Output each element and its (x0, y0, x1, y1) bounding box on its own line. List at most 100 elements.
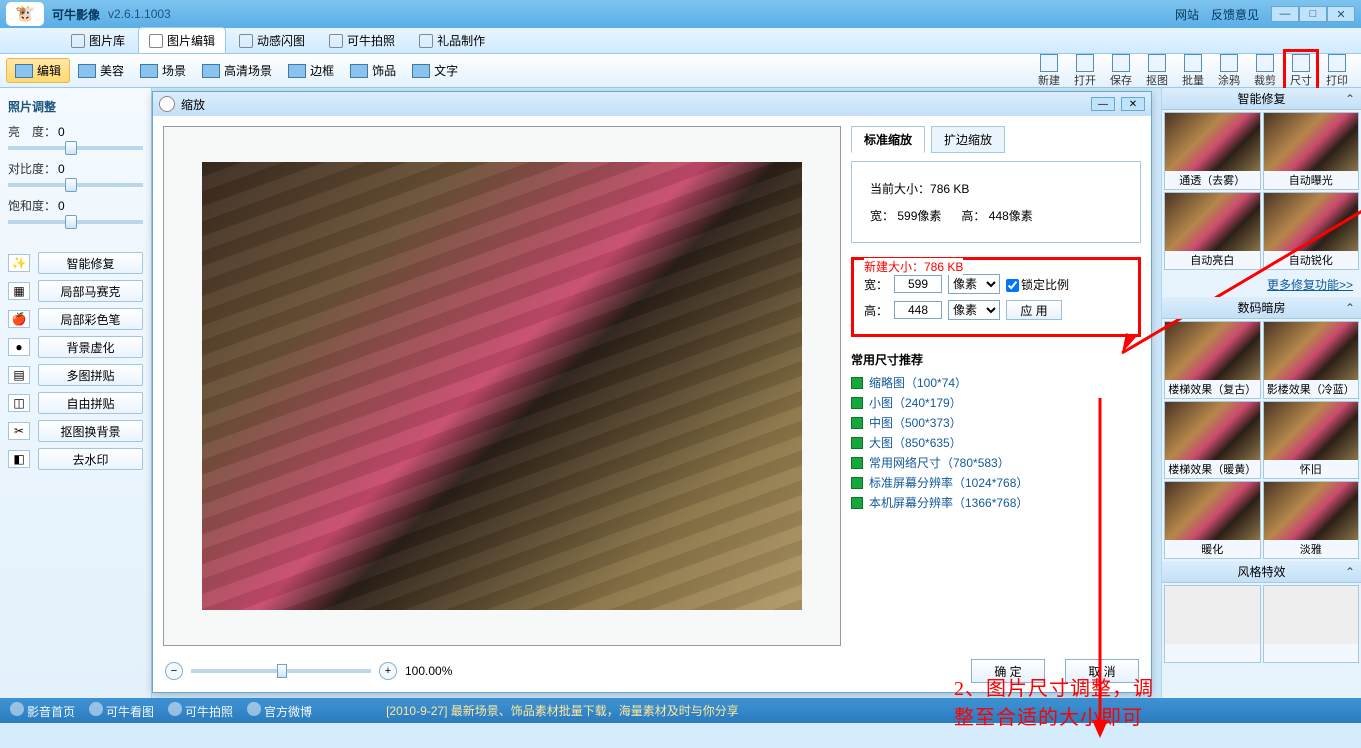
tab-camera[interactable]: 可牛拍照 (318, 27, 406, 53)
preset-icon (851, 457, 863, 469)
btn-multi[interactable]: ▤多图拼贴 (8, 364, 143, 386)
tool-print[interactable]: 打印 (1319, 52, 1355, 90)
effect-item[interactable]: 自动亮白 (1164, 192, 1261, 270)
preset-item[interactable]: 小图（240*179） (851, 394, 1141, 411)
effect-item[interactable]: 暖化 (1164, 481, 1261, 559)
sub-toolbar: 编辑 美容 场景 高清场景 边框 饰品 文字 新建 打开 保存 抠图 批量 涂鸦… (0, 54, 1361, 88)
deco-icon (350, 64, 368, 78)
btn-mosaic[interactable]: ▦局部马赛克 (8, 280, 143, 302)
btn-cut-bg[interactable]: ✂抠图换背景 (8, 420, 143, 442)
tool-batch[interactable]: 批量 (1175, 52, 1211, 90)
preset-item[interactable]: 大图（850*635） (851, 434, 1141, 451)
ok-button[interactable]: 确 定 (971, 659, 1045, 683)
effects-header-darkroom[interactable]: 数码暗房⌃ (1162, 297, 1361, 319)
presets: 常用尺寸推荐 缩略图（100*74） 小图（240*179） 中图（500*37… (851, 351, 1141, 511)
effect-item[interactable]: 影楼效果（冷蓝） (1263, 321, 1360, 399)
collapse-icon[interactable]: ⌃ (1345, 92, 1355, 106)
height-input[interactable] (894, 301, 942, 319)
effect-item[interactable]: 楼梯效果（暖黄） (1164, 401, 1261, 479)
tool-open[interactable]: 打开 (1067, 52, 1103, 90)
tab-library[interactable]: 图片库 (60, 27, 136, 53)
more-fix-link[interactable]: 更多修复功能>> (1162, 272, 1361, 297)
collapse-icon[interactable]: ⌃ (1345, 565, 1355, 579)
status-home[interactable]: 影音首页 (10, 702, 75, 720)
preset-item[interactable]: 常用网络尺寸（780*583） (851, 454, 1141, 471)
btn-color-pen[interactable]: 🍎局部彩色笔 (8, 308, 143, 330)
tab-expand-resize[interactable]: 扩边缩放 (931, 126, 1005, 153)
subtab-border[interactable]: 边框 (280, 59, 342, 82)
effect-item[interactable] (1263, 585, 1360, 663)
saturation-row: 饱和度：0 (8, 197, 143, 224)
subtab-text[interactable]: 文字 (404, 59, 466, 82)
slider-thumb[interactable] (65, 215, 77, 229)
saturation-slider[interactable] (8, 220, 143, 224)
effect-item[interactable]: 自动锐化 (1263, 192, 1360, 270)
collapse-icon[interactable]: ⌃ (1345, 301, 1355, 315)
dialog-minimize[interactable]: — (1091, 97, 1115, 111)
slider-thumb[interactable] (277, 664, 287, 678)
maximize-button[interactable]: □ (1299, 6, 1327, 22)
dialog-title: 缩放 (181, 96, 205, 113)
subtab-hdscene[interactable]: 高清场景 (194, 59, 280, 82)
zoom-slider[interactable] (191, 669, 371, 673)
subtab-edit[interactable]: 编辑 (6, 58, 70, 83)
batch-icon (1184, 54, 1202, 72)
camera-icon (168, 702, 182, 716)
tab-standard-resize[interactable]: 标准缩放 (851, 126, 925, 153)
tab-gift[interactable]: 礼品制作 (408, 27, 496, 53)
effect-item[interactable]: 怀旧 (1263, 401, 1360, 479)
status-shoot[interactable]: 可牛拍照 (168, 702, 233, 720)
effect-item[interactable]: 自动曝光 (1263, 112, 1360, 190)
subtab-scene[interactable]: 场景 (132, 59, 194, 82)
effect-item[interactable]: 楼梯效果（复古） (1164, 321, 1261, 399)
effect-item[interactable]: 通透（去雾） (1164, 112, 1261, 190)
status-weibo[interactable]: 官方微博 (247, 702, 312, 720)
tab-edit[interactable]: 图片编辑 (138, 27, 226, 53)
minimize-button[interactable]: — (1271, 6, 1299, 22)
tool-save[interactable]: 保存 (1103, 52, 1139, 90)
zoom-in-button[interactable]: + (379, 662, 397, 680)
width-unit-select[interactable]: 像素 (948, 274, 1000, 294)
width-input[interactable] (894, 275, 942, 293)
close-button[interactable]: ✕ (1327, 6, 1355, 22)
zoom-value: 100.00% (405, 664, 452, 678)
effect-item[interactable] (1164, 585, 1261, 663)
contrast-slider[interactable] (8, 183, 143, 187)
tool-new[interactable]: 新建 (1031, 52, 1067, 90)
subtab-beauty[interactable]: 美容 (70, 59, 132, 82)
subtab-deco[interactable]: 饰品 (342, 59, 404, 82)
zoom-out-button[interactable]: − (165, 662, 183, 680)
btn-blur-bg[interactable]: ●背景虚化 (8, 336, 143, 358)
apply-button[interactable]: 应 用 (1006, 300, 1062, 320)
slider-thumb[interactable] (65, 141, 77, 155)
effects-header-style[interactable]: 风格特效⌃ (1162, 561, 1361, 583)
btn-free[interactable]: ◫自由拼贴 (8, 392, 143, 414)
lock-ratio-checkbox[interactable] (1006, 279, 1019, 292)
brightness-slider[interactable] (8, 146, 143, 150)
library-icon (71, 34, 85, 48)
preset-item[interactable]: 标准屏幕分辨率（1024*768） (851, 474, 1141, 491)
tool-cutout[interactable]: 抠图 (1139, 52, 1175, 90)
effect-item[interactable]: 淡雅 (1263, 481, 1360, 559)
status-view[interactable]: 可牛看图 (89, 702, 154, 720)
effect-thumb (1264, 586, 1359, 644)
effect-thumb (1264, 193, 1359, 251)
resize-controls: 标准缩放 扩边缩放 当前大小：786 KB 宽： 599像素 高： 448像素 … (851, 126, 1141, 646)
tab-anim[interactable]: 动感闪图 (228, 27, 316, 53)
tool-crop[interactable]: 裁剪 (1247, 52, 1283, 90)
height-unit-select[interactable]: 像素 (948, 300, 1000, 320)
tool-size[interactable]: 尺寸 (1283, 49, 1319, 93)
preset-item[interactable]: 本机屏幕分辨率（1366*768） (851, 494, 1141, 511)
app-logo-icon (6, 2, 44, 26)
btn-smart-fix[interactable]: ✨智能修复 (8, 252, 143, 274)
preset-item[interactable]: 缩略图（100*74） (851, 374, 1141, 391)
tool-graffiti[interactable]: 涂鸦 (1211, 52, 1247, 90)
link-feedback[interactable]: 反馈意见 (1211, 6, 1259, 23)
slider-thumb[interactable] (65, 178, 77, 192)
btn-watermark[interactable]: ◧去水印 (8, 448, 143, 470)
effects-header-smartfix[interactable]: 智能修复⌃ (1162, 88, 1361, 110)
preset-item[interactable]: 中图（500*373） (851, 414, 1141, 431)
link-website[interactable]: 网站 (1175, 6, 1199, 23)
dialog-close[interactable]: ✕ (1121, 97, 1145, 111)
cancel-button[interactable]: 取 消 (1065, 659, 1139, 683)
